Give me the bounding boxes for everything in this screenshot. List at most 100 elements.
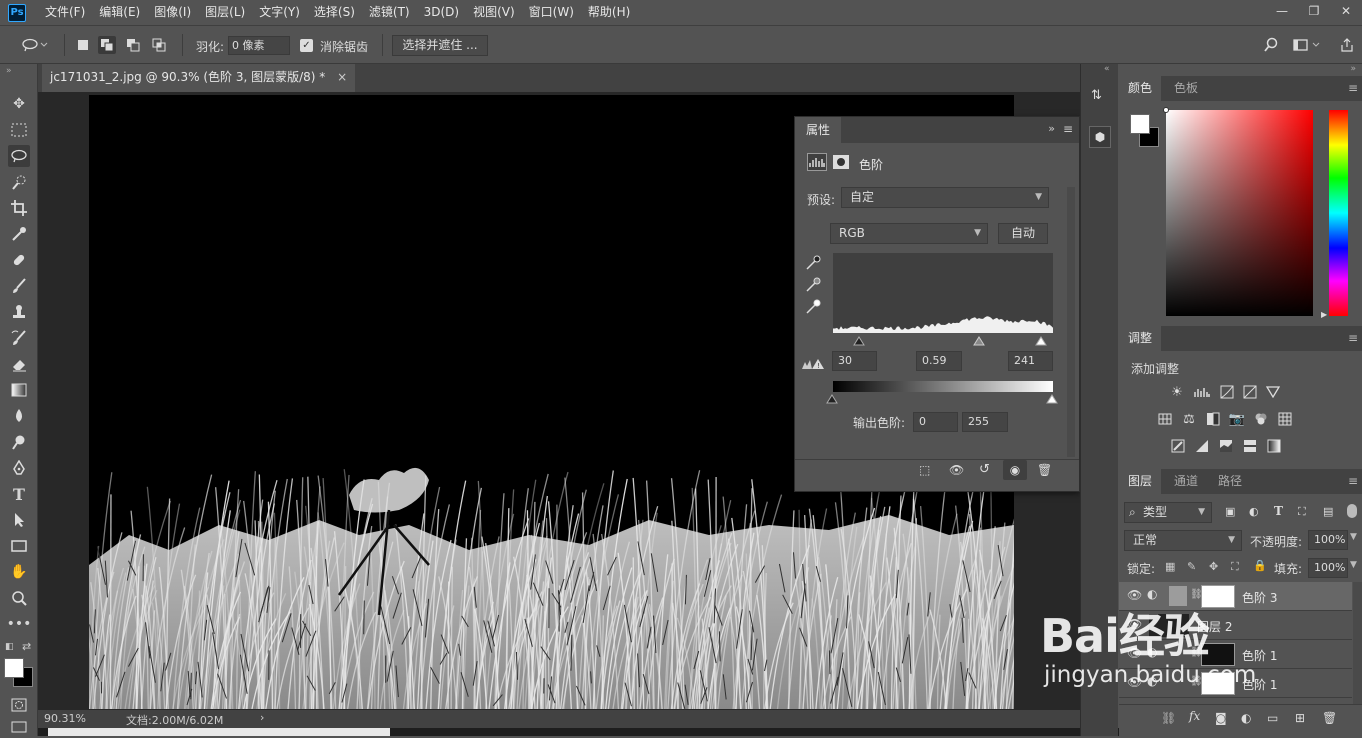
reset-icon[interactable]: ↺ <box>979 462 990 477</box>
threshold-icon[interactable] <box>1217 437 1235 455</box>
collapse-right-panels-icon[interactable]: » <box>1350 64 1356 74</box>
panel-menu-icon[interactable]: ≡ <box>1063 122 1073 136</box>
menu-help[interactable]: 帮助(H) <box>581 0 637 25</box>
opacity-field[interactable]: 100% <box>1308 530 1348 550</box>
color-panel-menu-icon[interactable]: ≡ <box>1348 76 1358 100</box>
workspace-switcher-icon[interactable] <box>1292 36 1322 54</box>
document-tab[interactable]: jc171031_2.jpg @ 90.3% (色阶 3, 图层蒙版/8) * … <box>42 64 356 92</box>
zoom-level[interactable]: 90.31% <box>44 712 86 725</box>
lock-all-icon[interactable]: 🔒 <box>1253 559 1267 572</box>
input-black-field[interactable]: 30 <box>832 351 877 371</box>
lock-transparent-icon[interactable]: ▦ <box>1165 560 1175 573</box>
filter-type-icon[interactable]: T <box>1274 504 1283 518</box>
filter-pixel-icon[interactable]: ▣ <box>1225 505 1235 518</box>
restore-button[interactable]: ❐ <box>1298 0 1330 22</box>
lock-artboard-icon[interactable]: ⛶ <box>1231 560 1239 574</box>
menu-window[interactable]: 窗口(W) <box>522 0 581 25</box>
zoom-tool-icon[interactable] <box>8 587 30 609</box>
menu-view[interactable]: 视图(V) <box>466 0 522 25</box>
mask-icon[interactable] <box>833 155 849 169</box>
delete-layer-icon[interactable]: 🗑 <box>1322 711 1337 725</box>
filter-adjustment-icon[interactable]: ◐ <box>1249 505 1259 518</box>
quick-mask-icon[interactable] <box>8 694 30 716</box>
select-and-mask-button[interactable]: 选择并遮住 ... <box>392 35 488 56</box>
new-adjustment-layer-icon[interactable]: ◐ <box>1241 711 1251 725</box>
black-white-icon[interactable] <box>1204 410 1222 428</box>
dodge-tool-icon[interactable] <box>8 431 30 453</box>
lasso-preset-icon[interactable] <box>20 36 50 54</box>
blend-mode-dropdown[interactable]: 正常 ▼ <box>1124 530 1242 551</box>
auto-button[interactable]: 自动 <box>998 223 1048 244</box>
lock-image-icon[interactable]: ✎ <box>1187 560 1196 573</box>
eyedropper-tool-icon[interactable] <box>8 223 30 245</box>
blur-tool-icon[interactable] <box>8 405 30 427</box>
history-panel-icon[interactable]: ⇅ <box>1091 88 1111 108</box>
filter-shape-icon[interactable]: ⛶ <box>1298 505 1306 519</box>
channel-mixer-icon[interactable] <box>1252 410 1270 428</box>
visibility-eye-icon[interactable]: 👁 <box>1127 588 1142 602</box>
collapse-toolbar-icon[interactable]: » <box>6 66 12 76</box>
layer-row[interactable]: 👁 ◐ ⛓ 色阶 3 <box>1119 582 1352 611</box>
filter-smart-object-icon[interactable]: ▤ <box>1323 505 1333 518</box>
menu-file[interactable]: 文件(F) <box>38 0 92 25</box>
delete-adjustment-icon[interactable]: 🗑 <box>1037 463 1052 477</box>
add-mask-icon[interactable]: ◙ <box>1215 711 1227 725</box>
menu-layer[interactable]: 图层(L) <box>198 0 252 25</box>
input-gamma-field[interactable]: 0.59 <box>916 351 962 371</box>
tab-paths[interactable]: 路径 <box>1209 469 1251 494</box>
posterize-icon[interactable] <box>1193 437 1211 455</box>
brush-tool-icon[interactable] <box>8 275 30 297</box>
layer-filter-dropdown[interactable]: ⌕ 类型 ▼ <box>1124 502 1212 523</box>
rectangle-tool-icon[interactable] <box>8 535 30 557</box>
tab-swatches[interactable]: 色板 <box>1165 76 1207 101</box>
new-group-icon[interactable]: ▭ <box>1267 711 1278 725</box>
move-tool-icon[interactable]: ✥ <box>8 93 30 115</box>
antialias-checkbox[interactable]: ✓ <box>300 39 313 52</box>
color-picker-marker[interactable] <box>1163 107 1169 113</box>
output-black-field[interactable]: 0 <box>913 412 958 432</box>
input-white-field[interactable]: 241 <box>1008 351 1053 371</box>
color-balance-icon[interactable]: ⚖ <box>1180 410 1198 428</box>
output-white-field[interactable]: 255 <box>962 412 1008 432</box>
new-selection-icon[interactable] <box>74 36 92 54</box>
levels-adjust-icon[interactable] <box>1193 383 1211 401</box>
output-white-slider[interactable] <box>1046 393 1058 407</box>
lasso-tool-icon[interactable] <box>8 145 30 167</box>
layers-panel-menu-icon[interactable]: ≡ <box>1348 469 1358 493</box>
tab-layers[interactable]: 图层 <box>1119 469 1162 494</box>
swap-colors-icon[interactable]: ⇄ <box>22 640 31 653</box>
curves-icon[interactable] <box>1218 383 1236 401</box>
history-brush-tool-icon[interactable] <box>8 327 30 349</box>
share-icon[interactable] <box>1338 36 1356 54</box>
hue-slider-handle[interactable]: ▶ <box>1321 310 1327 319</box>
add-selection-icon[interactable] <box>98 36 116 54</box>
default-colors-icon[interactable]: ◧ <box>5 642 15 652</box>
preset-dropdown[interactable]: 自定 ▼ <box>841 187 1049 208</box>
clone-stamp-tool-icon[interactable] <box>8 301 30 323</box>
menu-filter[interactable]: 滤镜(T) <box>362 0 417 25</box>
lock-position-icon[interactable]: ✥ <box>1209 560 1218 573</box>
healing-brush-tool-icon[interactable] <box>8 249 30 271</box>
hand-tool-icon[interactable]: ✋ <box>8 561 30 583</box>
menu-image[interactable]: 图像(I) <box>147 0 198 25</box>
view-previous-state-icon[interactable]: 👁 <box>949 463 964 477</box>
tab-channels[interactable]: 通道 <box>1165 469 1207 494</box>
foreground-color-chip[interactable] <box>1130 114 1150 134</box>
fill-dropdown-icon[interactable]: ▼ <box>1350 560 1357 570</box>
path-selection-tool-icon[interactable] <box>8 509 30 531</box>
collapse-dock-icon[interactable]: « <box>1104 64 1110 74</box>
color-lookup-icon[interactable] <box>1276 410 1294 428</box>
marquee-tool-icon[interactable] <box>8 119 30 141</box>
tab-adjustments[interactable]: 调整 <box>1119 326 1162 351</box>
brightness-contrast-icon[interactable]: ☀ <box>1168 383 1186 401</box>
menu-3d[interactable]: 3D(D) <box>417 0 466 25</box>
eraser-tool-icon[interactable] <box>8 353 30 375</box>
exposure-icon[interactable] <box>1241 383 1259 401</box>
input-black-slider[interactable] <box>853 335 865 349</box>
menu-type[interactable]: 文字(Y) <box>252 0 307 25</box>
tab-color[interactable]: 颜色 <box>1119 76 1162 101</box>
intersect-selection-icon[interactable] <box>150 36 168 54</box>
close-button[interactable]: ✕ <box>1330 0 1362 22</box>
gray-point-eyedropper-icon[interactable] <box>805 277 821 296</box>
subtract-selection-icon[interactable] <box>124 36 142 54</box>
